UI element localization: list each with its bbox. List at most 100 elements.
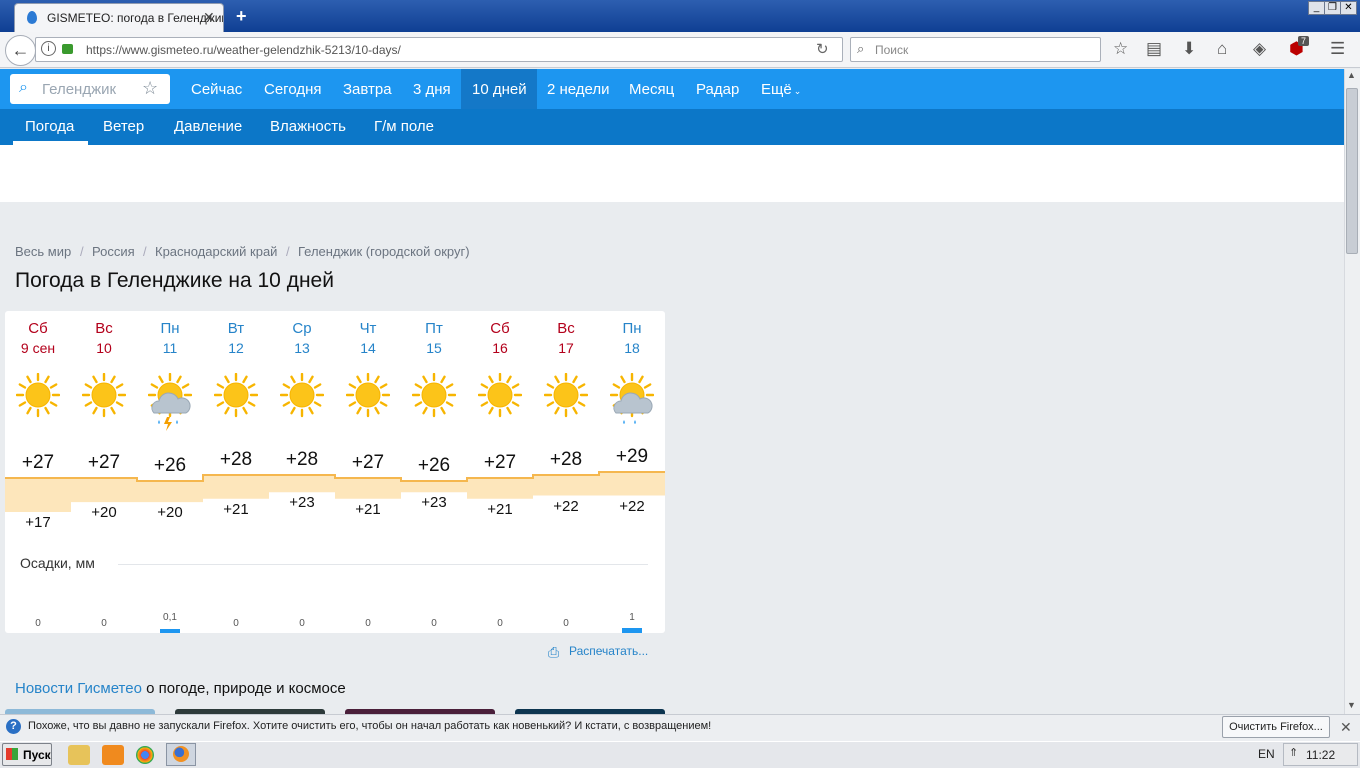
ublock-badge: 7: [1298, 36, 1310, 46]
sun-icon: [279, 372, 325, 433]
windows-flag-icon: [6, 748, 18, 760]
print-link[interactable]: Распечатать...: [569, 644, 648, 658]
nav-month[interactable]: Месяц: [629, 81, 674, 98]
day-name: Сб: [490, 320, 510, 337]
temp-max: +27: [351, 452, 385, 473]
precip-value: 0: [563, 618, 569, 629]
pocket-icon[interactable]: ◈: [1253, 39, 1266, 59]
precip-bar: [622, 628, 642, 633]
subnav-wind[interactable]: Ветер: [103, 118, 144, 135]
precip-value: 0: [35, 618, 41, 629]
tab-close-icon[interactable]: ✕: [203, 9, 215, 26]
day-date: 18: [624, 340, 640, 356]
scroll-up-icon[interactable]: ▲: [1347, 70, 1356, 80]
media-player-icon[interactable]: [102, 745, 124, 765]
breadcrumb-world[interactable]: Весь мир: [15, 244, 71, 259]
url-text[interactable]: https://www.gismeteo.ru/weather-gelendzh…: [86, 43, 401, 57]
close-window-icon[interactable]: ✕: [1340, 1, 1357, 15]
nav-today[interactable]: Сегодня: [264, 81, 322, 98]
temp-max: +27: [87, 452, 121, 473]
temp-min: +21: [355, 501, 381, 518]
downloads-icon[interactable]: ⬇: [1182, 39, 1196, 59]
minimize-icon[interactable]: _: [1308, 1, 1325, 15]
back-button[interactable]: ←: [5, 35, 36, 66]
nav-2-weeks[interactable]: 2 недели: [547, 81, 610, 98]
precip-value: 0: [101, 618, 107, 629]
breadcrumb-district[interactable]: Геленджик (городской округ): [298, 244, 470, 259]
news-heading: Новости Гисметео о погоде, природе и кос…: [15, 680, 346, 697]
precip-value: 0: [497, 618, 503, 629]
day-date: 16: [492, 340, 508, 356]
tray-expand-icon[interactable]: ⇑: [1289, 746, 1298, 759]
subnav-humidity[interactable]: Влажность: [270, 118, 346, 135]
breadcrumb-russia[interactable]: Россия: [92, 244, 135, 259]
subnav-weather[interactable]: Погода: [25, 118, 74, 135]
scroll-down-icon[interactable]: ▼: [1347, 700, 1356, 710]
temp-max: +28: [285, 449, 319, 470]
day-date: 11: [162, 340, 178, 356]
gismeteo-favicon-icon: [27, 11, 37, 24]
breadcrumb-krai[interactable]: Краснодарский край: [155, 244, 277, 259]
nav-more[interactable]: Ещё ⌄: [761, 81, 801, 98]
home-icon[interactable]: ⌂: [1217, 39, 1227, 59]
thunderstorm-icon: [147, 372, 193, 433]
precip-value: 1: [629, 612, 635, 623]
menu-icon[interactable]: ☰: [1330, 39, 1345, 59]
nav-10-days[interactable]: 10 дней: [472, 81, 527, 98]
nav-radar[interactable]: Радар: [696, 81, 739, 98]
favorite-star-icon[interactable]: ☆: [142, 78, 158, 99]
breadcrumb-separator: /: [286, 244, 290, 259]
sun-icon: [81, 372, 127, 433]
explorer-icon[interactable]: [68, 745, 90, 765]
news-link[interactable]: Новости Гисметео: [15, 680, 142, 697]
search-icon: ⌕: [857, 41, 865, 56]
site-info-icon[interactable]: i: [41, 41, 56, 56]
firefox-taskbar-button[interactable]: [166, 743, 196, 766]
temp-max: +28: [549, 449, 583, 470]
breadcrumb-separator: /: [143, 244, 147, 259]
ad-banner: [0, 145, 1344, 202]
nav-3-days[interactable]: 3 дня: [413, 81, 451, 98]
day-date: 15: [426, 340, 442, 356]
day-date: 14: [360, 340, 376, 356]
sun-icon: [213, 372, 259, 433]
subnav-pressure[interactable]: Давление: [174, 118, 242, 135]
nav-tomorrow[interactable]: Завтра: [343, 81, 392, 98]
temp-max: +26: [153, 455, 187, 476]
lock-icon: [62, 44, 73, 54]
temp-max: +26: [417, 455, 451, 476]
rain-icon: [609, 372, 655, 433]
subnav-geomagnetic[interactable]: Г/м поле: [374, 118, 434, 135]
printer-icon[interactable]: ⎙: [548, 644, 559, 661]
bookmark-star-icon[interactable]: ☆: [1113, 39, 1128, 59]
chevron-down-icon: ⌄: [793, 86, 802, 96]
reload-icon[interactable]: ↻: [816, 40, 829, 58]
scrollbar-thumb[interactable]: [1346, 88, 1358, 254]
temp-max: +28: [219, 449, 253, 470]
chrome-icon[interactable]: [136, 746, 154, 764]
temp-min: +20: [157, 504, 183, 521]
nav-now[interactable]: Сейчас: [191, 81, 242, 98]
restore-icon[interactable]: ❐: [1324, 1, 1341, 15]
refresh-firefox-button[interactable]: Очистить Firefox...: [1222, 716, 1330, 738]
close-icon[interactable]: ✕: [1340, 719, 1352, 736]
day-date: 12: [228, 340, 244, 356]
language-indicator[interactable]: EN: [1258, 747, 1275, 761]
taskbar: [0, 741, 1360, 768]
firefox-icon: [173, 746, 189, 762]
temp-min: +23: [289, 494, 315, 511]
day-name: Пт: [425, 320, 443, 337]
precip-value: 0: [233, 618, 239, 629]
sun-icon: [543, 372, 589, 433]
temp-min: +21: [487, 501, 513, 518]
clock: 11:22: [1306, 748, 1336, 762]
temp-min: +20: [91, 504, 117, 521]
page-title: Погода в Геленджике на 10 дней: [15, 269, 334, 292]
question-icon: ?: [6, 719, 21, 734]
browser-tab[interactable]: GISMETEO: погода в Геленджик: [14, 3, 224, 32]
temp-min: +22: [619, 498, 645, 515]
new-tab-icon[interactable]: +: [236, 6, 247, 27]
bookmarks-list-icon[interactable]: ▤: [1146, 39, 1162, 59]
breadcrumb-separator: /: [80, 244, 84, 259]
sun-icon: [345, 372, 391, 433]
